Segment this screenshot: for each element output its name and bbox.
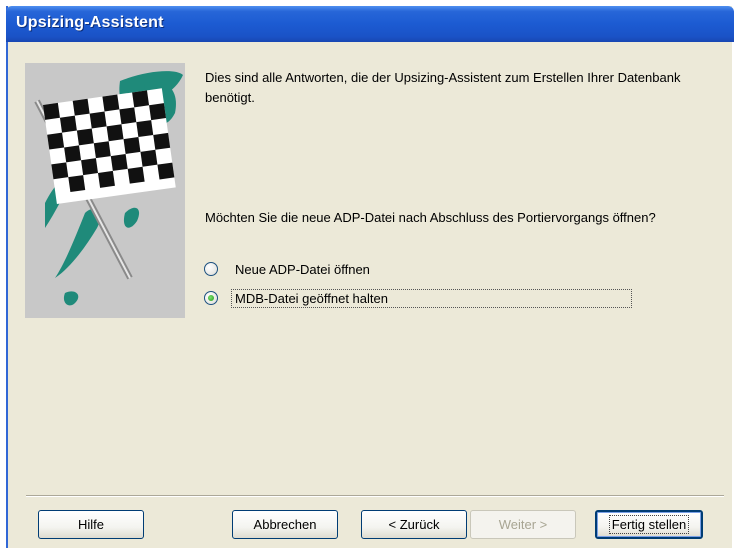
title-bar[interactable]: Upsizing-Assistent [6, 6, 734, 42]
cancel-button[interactable]: Abbrechen [232, 510, 338, 539]
intro-text: Dies sind alle Antworten, die der Upsizi… [205, 70, 681, 105]
checkered-flag-icon [25, 63, 185, 318]
radio-button[interactable] [204, 262, 218, 276]
back-button[interactable]: < Zurück [361, 510, 467, 539]
question-text: Möchten Sie die neue ADP-Datei nach Absc… [205, 210, 656, 225]
separator [26, 495, 724, 497]
radio-label: MDB-Datei geöffnet halten [231, 288, 632, 308]
help-button[interactable]: Hilfe [38, 510, 144, 539]
radio-keep-mdb-open[interactable]: MDB-Datei geöffnet halten [204, 286, 632, 310]
next-button[interactable]: Weiter > [470, 510, 576, 539]
radio-open-adp[interactable]: Neue ADP-Datei öffnen [204, 257, 373, 281]
radio-label: Neue ADP-Datei öffnen [235, 261, 370, 277]
wizard-window: Upsizing-Assistent Dies sind alle Antwor… [6, 6, 734, 548]
finish-button[interactable]: Fertig stellen [595, 510, 703, 539]
window-title: Upsizing-Assistent [16, 14, 164, 31]
radio-button-selected[interactable] [204, 291, 218, 305]
